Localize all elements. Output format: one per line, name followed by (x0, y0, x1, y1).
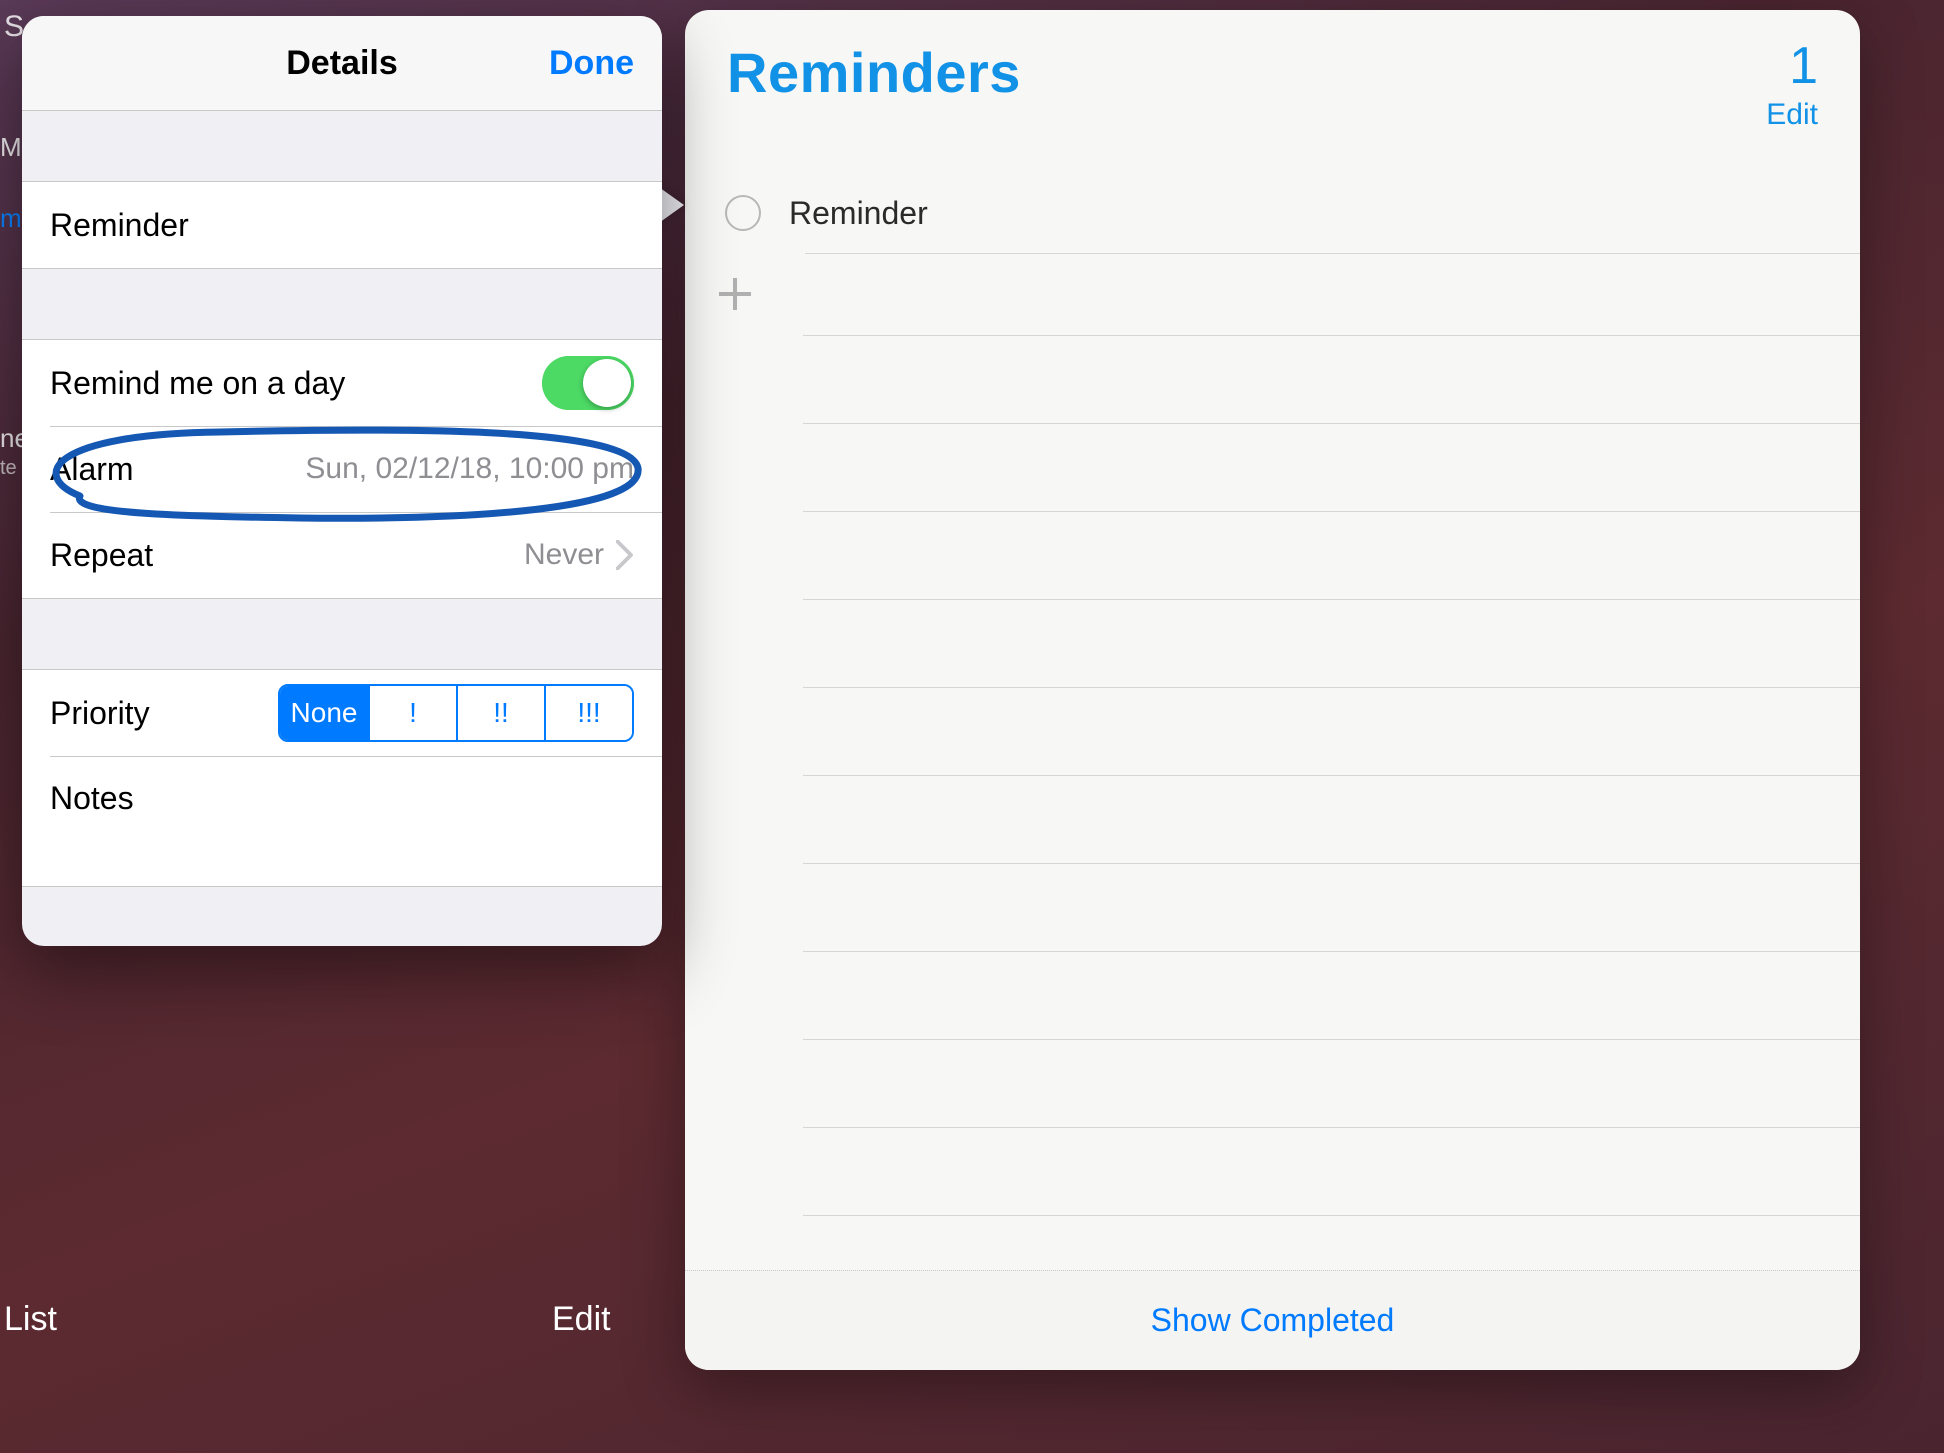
remind-on-day-toggle[interactable] (542, 356, 634, 410)
reminder-row[interactable]: Reminder (735, 172, 1860, 254)
repeat-row[interactable]: Repeat Never (22, 512, 662, 598)
done-button[interactable]: Done (549, 16, 634, 111)
details-popover: Details Done Reminder Remind me on a day… (22, 16, 662, 946)
ruled-line (685, 952, 1860, 1040)
show-completed-button[interactable]: Show Completed (1151, 1302, 1395, 1339)
priority-row: Priority None ! !! !!! (22, 670, 662, 756)
priority-label: Priority (50, 695, 150, 732)
spacer (22, 599, 662, 669)
reminders-edit-button[interactable]: Edit (1766, 98, 1818, 132)
plus-icon[interactable] (715, 274, 755, 314)
alarm-row[interactable]: Alarm Sun, 02/12/18, 10:00 pm (22, 426, 662, 512)
alarm-label: Alarm (50, 451, 134, 488)
schedule-group: Remind me on a day Alarm Sun, 02/12/18, … (22, 339, 662, 599)
reminder-text[interactable]: Reminder (789, 195, 928, 232)
ruled-line (685, 1040, 1860, 1128)
ruled-line (685, 864, 1860, 952)
add-reminder-row[interactable] (685, 254, 1860, 336)
priority-notes-group: Priority None ! !! !!! Notes (22, 669, 662, 887)
details-title: Details (286, 44, 398, 83)
notes-label: Notes (50, 780, 134, 817)
ruled-line (685, 600, 1860, 688)
bg-add-list-label[interactable]: List (4, 1300, 57, 1339)
details-header: Details Done (22, 16, 662, 111)
remind-on-day-row: Remind me on a day (22, 340, 662, 426)
bg-letter-te: te (0, 457, 17, 480)
empty-ruled-lines (685, 336, 1860, 1216)
alarm-value: Sun, 02/12/18, 10:00 pm (305, 452, 634, 486)
spacer (22, 269, 662, 339)
title-group: Reminder (22, 181, 662, 269)
priority-option-high[interactable]: !!! (544, 686, 632, 740)
toggle-knob (583, 359, 631, 407)
priority-option-low[interactable]: ! (368, 686, 456, 740)
remind-on-day-label: Remind me on a day (50, 365, 345, 402)
reminders-header: Reminders 1 Edit (685, 10, 1860, 132)
ruled-line (685, 336, 1860, 424)
reminders-title: Reminders (727, 40, 1021, 105)
bg-letter-m: M (0, 132, 22, 163)
bg-letter-m-blue: m (0, 203, 22, 234)
repeat-label: Repeat (50, 537, 153, 574)
ruled-line (685, 688, 1860, 776)
reminders-footer: Show Completed (685, 1270, 1860, 1370)
reminders-count: 1 (1766, 40, 1818, 92)
priority-option-none[interactable]: None (280, 686, 368, 740)
repeat-value: Never (524, 538, 604, 572)
ruled-line (685, 776, 1860, 864)
ruled-line (685, 512, 1860, 600)
notes-field[interactable]: Notes (22, 756, 662, 886)
bg-edit-label[interactable]: Edit (552, 1300, 611, 1339)
priority-segmented-control[interactable]: None ! !! !!! (278, 684, 634, 742)
reminder-complete-circle[interactable] (725, 195, 761, 231)
ruled-line (685, 424, 1860, 512)
bg-search-fragment: S (4, 10, 24, 44)
priority-option-medium[interactable]: !! (456, 686, 544, 740)
reminders-list: Reminder (685, 172, 1860, 1216)
reminder-title-value: Reminder (50, 207, 189, 244)
chevron-right-icon (616, 540, 634, 570)
spacer (22, 111, 662, 181)
reminder-title-field[interactable]: Reminder (22, 182, 662, 268)
ruled-line (685, 1128, 1860, 1216)
reminders-list-card: Reminders 1 Edit Reminder (685, 10, 1860, 1370)
